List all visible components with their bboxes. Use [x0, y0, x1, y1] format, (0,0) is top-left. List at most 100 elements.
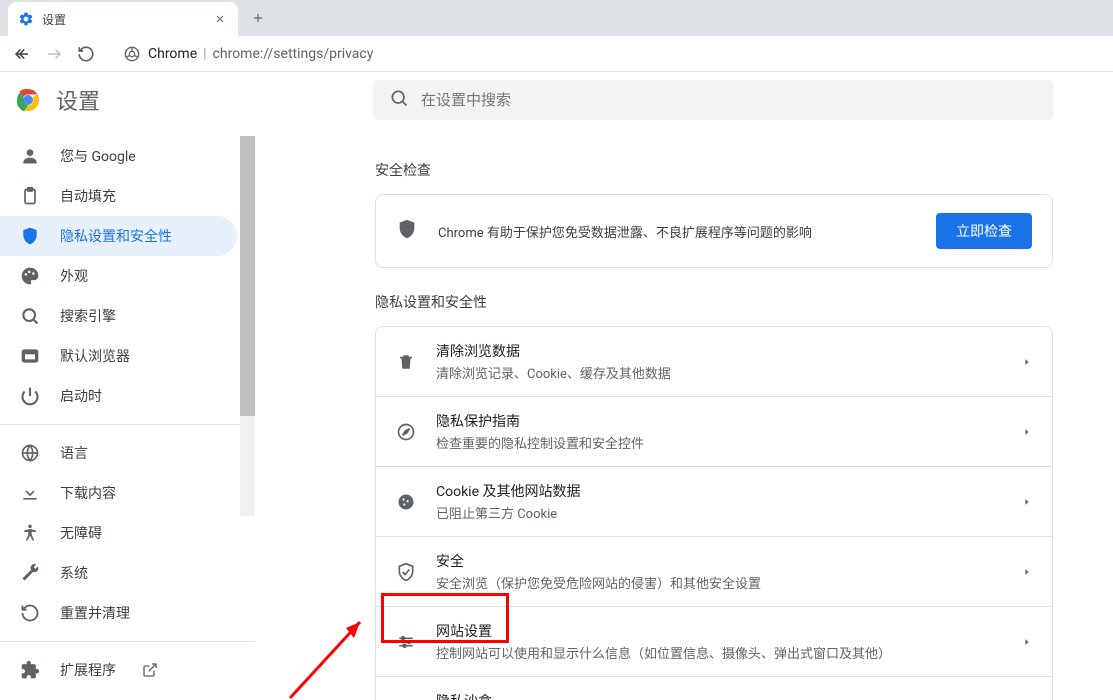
- browser-chrome: 设置 Chrome|chrome://settings/privacy: [0, 0, 1113, 72]
- chevron-right-icon: [1022, 422, 1032, 441]
- search-input[interactable]: [421, 91, 1037, 109]
- sidebar-item-languages[interactable]: 语言: [0, 433, 237, 473]
- sidebar-item-label: 下载内容: [60, 483, 116, 503]
- settings-content: 安全检查 Chrome 有助于保护您免受数据泄露、不良扩展程序等问题的影响 立即…: [255, 72, 1113, 700]
- wrench-icon: [20, 563, 40, 583]
- sidebar-item-privacy[interactable]: 隐私设置和安全性: [0, 216, 237, 256]
- chevron-right-icon: [1022, 352, 1032, 371]
- sidebar-item-label: 搜索引擎: [60, 306, 116, 326]
- chrome-logo-icon: [16, 88, 40, 112]
- restore-icon: [20, 603, 40, 623]
- tab-bar: 设置: [0, 0, 1113, 36]
- row-subtitle: 清除浏览记录、Cookie、缓存及其他数据: [436, 363, 1002, 382]
- tab-title: 设置: [42, 11, 204, 28]
- sidebar-item-label: 默认浏览器: [60, 346, 130, 366]
- page-title: 设置: [56, 84, 100, 116]
- sidebar-item-label: 扩展程序: [60, 660, 116, 680]
- reload-button[interactable]: [72, 40, 100, 68]
- gear-icon: [18, 11, 34, 27]
- privacy-settings-card: 清除浏览数据清除浏览记录、Cookie、缓存及其他数据 隐私保护指南检查重要的隐…: [375, 326, 1053, 700]
- row-title: 网站设置: [436, 621, 1002, 641]
- shield-check-icon: [396, 562, 416, 582]
- shield-icon: [20, 226, 40, 246]
- shield-icon: [396, 218, 418, 244]
- sidebar-item-label: 重置并清理: [60, 603, 130, 623]
- search-icon: [20, 306, 40, 326]
- external-link-icon: [142, 662, 158, 678]
- sidebar-item-reset[interactable]: 重置并清理: [0, 593, 237, 633]
- row-privacy-guide[interactable]: 隐私保护指南检查重要的隐私控制设置和安全控件: [376, 397, 1052, 467]
- cookie-icon: [396, 492, 416, 512]
- sidebar-item-autofill[interactable]: 自动填充: [0, 176, 237, 216]
- sidebar-scrollbar-track: [240, 136, 255, 516]
- check-now-button[interactable]: 立即检查: [936, 213, 1032, 249]
- safety-check-card: Chrome 有助于保护您免受数据泄露、不良扩展程序等问题的影响 立即检查: [375, 194, 1053, 268]
- row-subtitle: 检查重要的隐私控制设置和安全控件: [436, 433, 1002, 452]
- row-clear-browsing-data[interactable]: 清除浏览数据清除浏览记录、Cookie、缓存及其他数据: [376, 327, 1052, 397]
- sidebar-item-label: 启动时: [60, 386, 102, 406]
- row-title: 安全: [436, 551, 1002, 571]
- section-title-safety: 安全检查: [375, 160, 1053, 180]
- sidebar-scrollbar-thumb[interactable]: [240, 136, 255, 416]
- sidebar-item-you-and-google[interactable]: 您与 Google: [0, 136, 237, 176]
- close-icon[interactable]: [212, 11, 228, 27]
- row-title: 隐私保护指南: [436, 411, 1002, 431]
- compass-icon: [396, 422, 416, 442]
- chevron-right-icon: [1022, 562, 1032, 581]
- row-title: Cookie 及其他网站数据: [436, 481, 1002, 501]
- sidebar-item-label: 外观: [60, 266, 88, 286]
- puzzle-icon: [20, 660, 40, 680]
- settings-header: 设置: [0, 72, 1113, 128]
- palette-icon: [20, 266, 40, 286]
- sidebar-item-accessibility[interactable]: 无障碍: [0, 513, 237, 553]
- chrome-small-icon: [124, 46, 140, 62]
- sidebar-item-system[interactable]: 系统: [0, 553, 237, 593]
- omnibox[interactable]: Chrome|chrome://settings/privacy: [114, 40, 1105, 68]
- download-icon: [20, 483, 40, 503]
- sidebar-item-appearance[interactable]: 外观: [0, 256, 237, 296]
- browser-icon: [20, 346, 40, 366]
- row-privacy-sandbox[interactable]: 隐私沙盒试用版功能已开启: [376, 677, 1052, 700]
- sidebar-item-label: 隐私设置和安全性: [60, 226, 172, 246]
- chevron-right-icon: [1022, 492, 1032, 511]
- trash-icon: [396, 352, 416, 372]
- row-title: 隐私沙盒: [436, 691, 996, 700]
- row-subtitle: 控制网站可以使用和显示什么信息（如位置信息、摄像头、弹出式窗口及其他）: [436, 643, 1002, 662]
- sidebar-item-search-engine[interactable]: 搜索引擎: [0, 296, 237, 336]
- safety-check-text: Chrome 有助于保护您免受数据泄露、不良扩展程序等问题的影响: [438, 222, 916, 241]
- sidebar-item-label: 您与 Google: [60, 146, 136, 166]
- clipboard-icon: [20, 186, 40, 206]
- row-subtitle: 安全浏览（保护您免受危险网站的侵害）和其他安全设置: [436, 573, 1002, 592]
- person-icon: [20, 146, 40, 166]
- back-button[interactable]: [8, 40, 36, 68]
- sidebar-item-label: 系统: [60, 563, 88, 583]
- row-cookies[interactable]: Cookie 及其他网站数据已阻止第三方 Cookie: [376, 467, 1052, 537]
- row-security[interactable]: 安全安全浏览（保护您免受危险网站的侵害）和其他安全设置: [376, 537, 1052, 607]
- power-icon: [20, 386, 40, 406]
- accessibility-icon: [20, 523, 40, 543]
- row-subtitle: 已阻止第三方 Cookie: [436, 503, 1002, 522]
- new-tab-button[interactable]: [244, 4, 272, 32]
- row-title: 清除浏览数据: [436, 341, 1002, 361]
- sidebar-item-on-startup[interactable]: 启动时: [0, 376, 237, 416]
- sidebar-divider: [0, 424, 255, 425]
- sidebar-divider: [0, 641, 255, 642]
- settings-search[interactable]: [373, 80, 1053, 120]
- search-icon: [389, 88, 409, 112]
- sidebar-item-extensions[interactable]: 扩展程序: [0, 650, 237, 690]
- sidebar-item-default-browser[interactable]: 默认浏览器: [0, 336, 237, 376]
- section-title-privacy: 隐私设置和安全性: [375, 292, 1053, 312]
- sidebar-item-label: 语言: [60, 443, 88, 463]
- omnibox-text: Chrome|chrome://settings/privacy: [148, 46, 373, 62]
- sidebar-item-label: 自动填充: [60, 186, 116, 206]
- sidebar-item-label: 无障碍: [60, 523, 102, 543]
- settings-sidebar: 您与 Google 自动填充 隐私设置和安全性 外观 搜索引擎 默认浏览器 启动…: [0, 72, 255, 700]
- globe-icon: [20, 443, 40, 463]
- forward-button[interactable]: [40, 40, 68, 68]
- sidebar-item-downloads[interactable]: 下载内容: [0, 473, 237, 513]
- address-bar: Chrome|chrome://settings/privacy: [0, 36, 1113, 72]
- chevron-right-icon: [1022, 632, 1032, 651]
- sliders-icon: [396, 632, 416, 652]
- browser-tab[interactable]: 设置: [8, 2, 238, 36]
- row-site-settings[interactable]: 网站设置控制网站可以使用和显示什么信息（如位置信息、摄像头、弹出式窗口及其他）: [376, 607, 1052, 677]
